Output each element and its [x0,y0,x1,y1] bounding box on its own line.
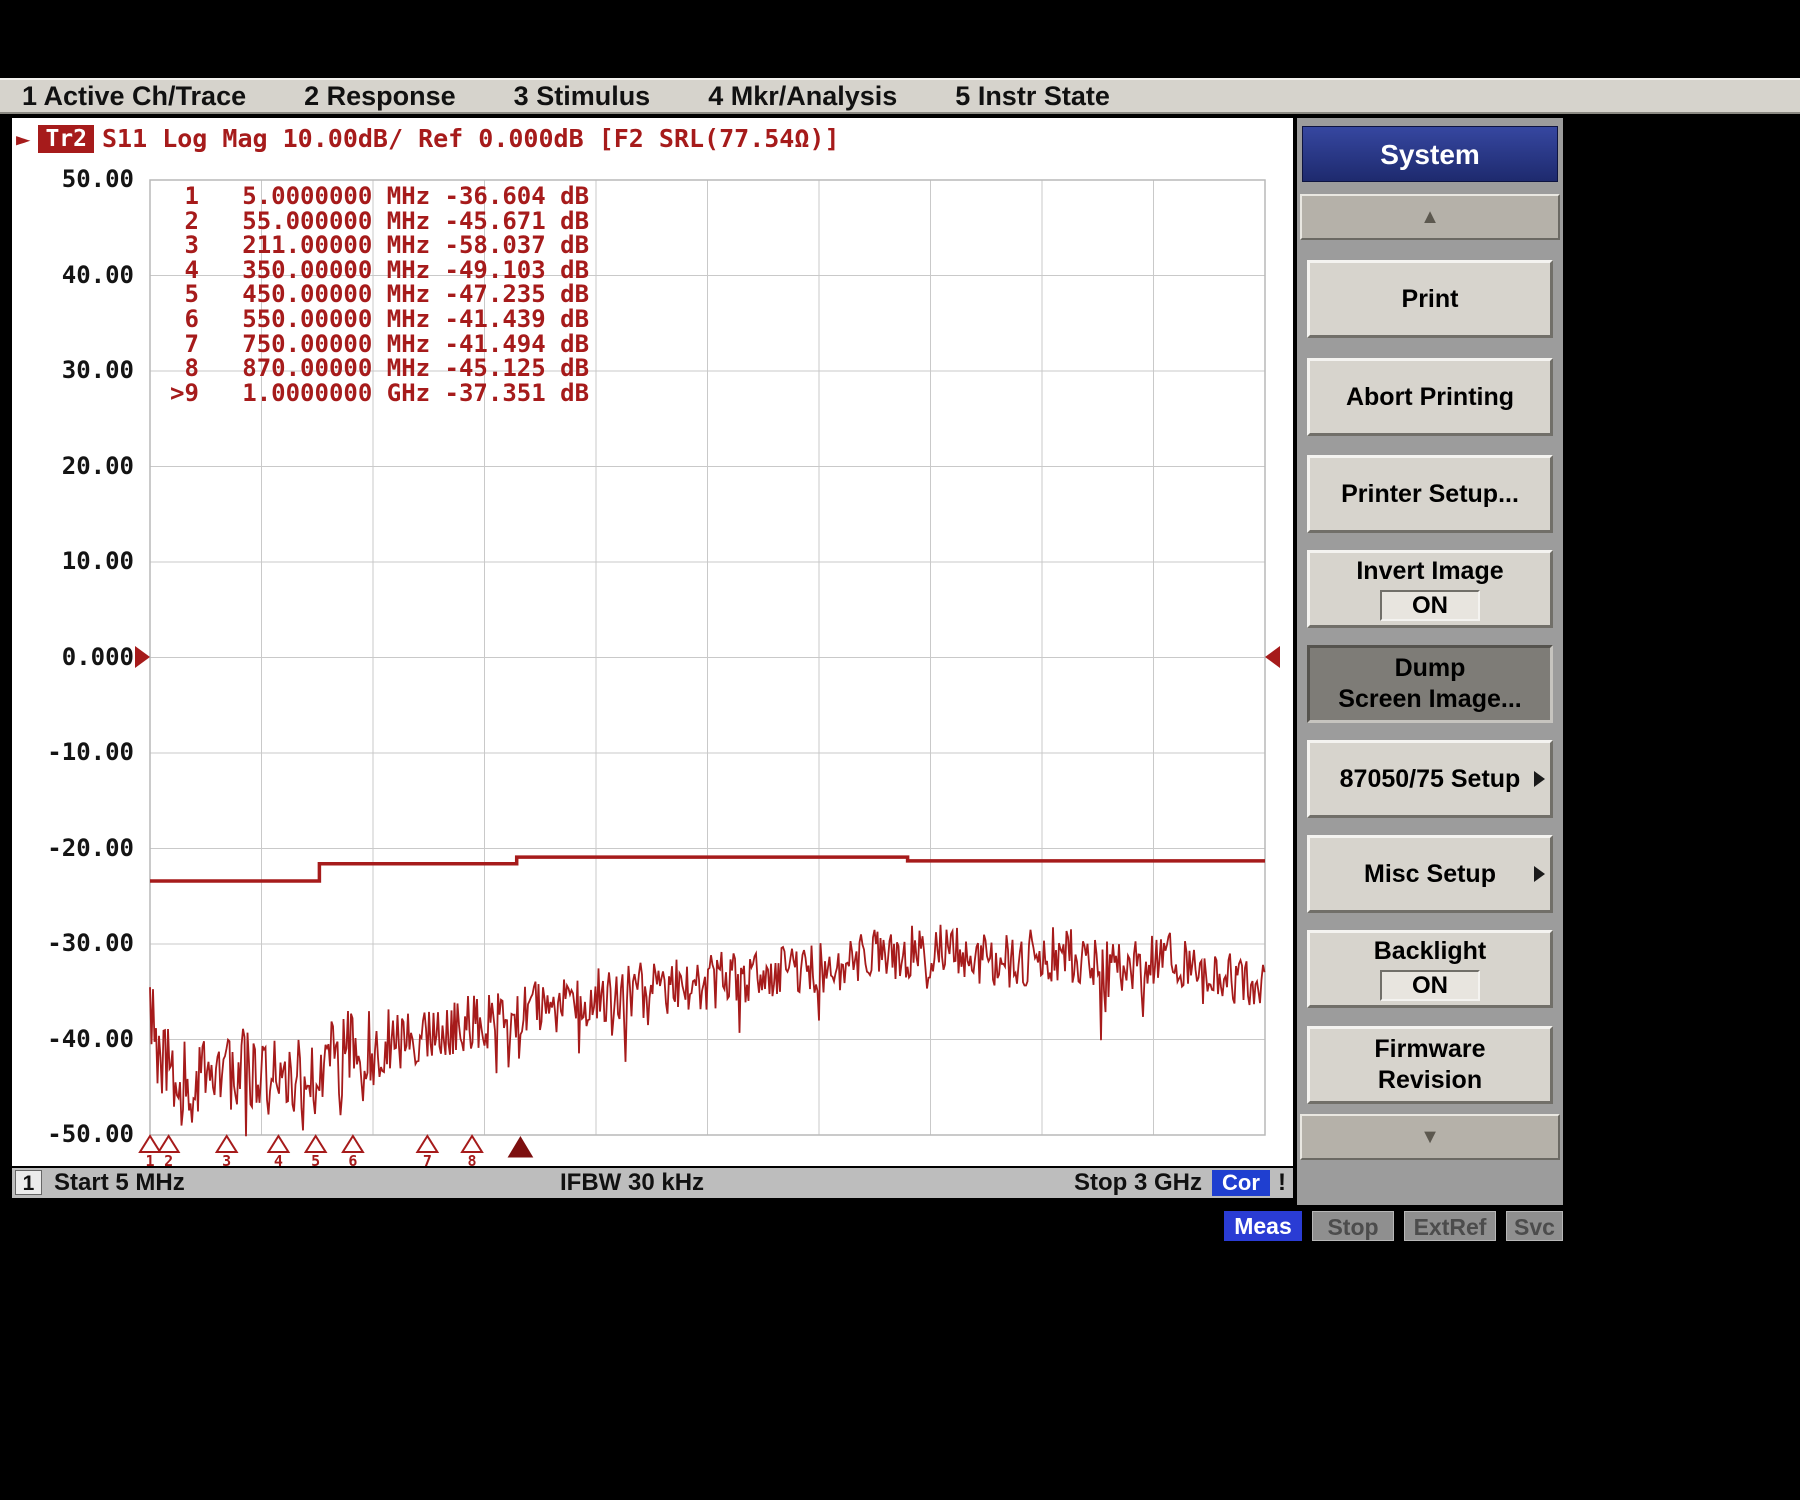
marker-number: 6 [348,1152,357,1166]
marker-readout-row: 8 870.00000 MHz -45.125 dB [170,356,589,381]
softkey-label: Print [1402,285,1459,314]
y-axis-label: 40.00 [30,261,134,289]
menu-scroll-down-button[interactable]: ▼ [1300,1114,1560,1160]
softkey-label: Screen Image... [1338,685,1521,714]
print-button[interactable]: Print [1307,260,1553,338]
misc-setup-button[interactable]: Misc Setup [1307,835,1553,913]
marker-symbol [306,1136,326,1152]
status-bar: 1 Start 5 MHz IFBW 30 kHz Stop 3 GHz Cor… [12,1168,1293,1198]
y-axis-label: -40.00 [30,1025,134,1053]
y-axis-label: -10.00 [30,738,134,766]
ref-level-marker-left-icon [135,646,150,668]
analyzer-ui: 1 Active Ch/Trace 2 Response 3 Stimulus 4 M… [0,0,1800,1500]
marker-symbol [140,1136,160,1152]
analyzer-display: 12 3 4 5 6 7 8 ► Tr2 S11 Log Mag 10.00dB/ Ref … [12,118,1293,1166]
system-menu-title[interactable]: System [1302,126,1558,182]
marker-number: 1 [145,1152,154,1166]
active-marker-symbol [508,1137,532,1157]
marker-readout-row: 3 211.00000 MHz -58.037 dB [170,233,589,258]
softkey-label: Dump [1395,654,1466,683]
firmware-revision-button[interactable]: FirmwareRevision [1307,1026,1553,1104]
marker-symbol [417,1136,437,1152]
invert-image-button[interactable]: Invert Image ON [1307,550,1553,628]
toggle-state: ON [1380,970,1480,1001]
stop-frequency-label: Stop 3 GHz [1074,1168,1202,1198]
abort-printing-button[interactable]: Abort Printing [1307,358,1553,436]
marker-number: 3 [222,1152,231,1166]
marker-symbol [217,1136,237,1152]
softkey-label: Misc Setup [1364,860,1496,889]
printer-setup-button[interactable]: Printer Setup... [1307,455,1553,533]
marker-symbol [268,1136,288,1152]
marker-readout-row: 2 55.000000 MHz -45.671 dB [170,209,589,234]
softkey-label: Abort Printing [1346,383,1514,412]
trace-format-text: S11 Log Mag 10.00dB/ Ref 0.000dB [F2 SRL… [102,124,840,153]
softkey-label: Revision [1378,1066,1482,1095]
backlight-button[interactable]: Backlight ON [1307,930,1553,1008]
active-trace-arrow-icon: ► [16,125,30,153]
marker-symbol [462,1136,482,1152]
ref-level-marker-right-icon [1265,646,1280,668]
marker-readout-table: 1 5.0000000 MHz -36.604 dB 2 55.000000 M… [170,184,589,405]
menubar-item-1[interactable]: 1 Active Ch/Trace [22,81,246,112]
menu-bar: 1 Active Ch/Trace 2 Response 3 Stimulus 4 M… [0,78,1800,114]
softkey-label: Printer Setup... [1341,480,1519,509]
trace-label-badge: Tr2 [38,125,94,153]
y-axis-label: -50.00 [30,1120,134,1148]
marker-number: 7 [423,1152,432,1166]
marker-readout-row: 5 450.00000 MHz -47.235 dB [170,282,589,307]
marker-readout-row: >9 1.0000000 GHz -37.351 dB [170,381,589,406]
marker-readout-row: 4 350.00000 MHz -49.103 dB [170,258,589,283]
y-axis-label: -20.00 [30,834,134,862]
up-arrow-icon: ▲ [1420,206,1440,228]
svc-status-indicator: Svc [1506,1211,1563,1241]
stop-status-indicator: Stop [1312,1211,1394,1241]
menubar-item-2[interactable]: 2 Response [304,81,456,112]
down-arrow-icon: ▼ [1420,1126,1440,1148]
87050-75-setup-button[interactable]: 87050/75 Setup [1307,740,1553,818]
y-axis-label: -30.00 [30,929,134,957]
softkey-panel: System ▲ Print Abort Printing Printer Setu… [1297,118,1563,1205]
channel-number-box: 1 [15,1170,42,1195]
softkey-label: Firmware [1374,1035,1485,1064]
marker-number: 4 [274,1152,283,1166]
menu-scroll-up-button[interactable]: ▲ [1300,194,1560,240]
marker-readout-row: 1 5.0000000 MHz -36.604 dB [170,184,589,209]
softkey-label: Backlight [1374,937,1487,966]
ifbw-label: IFBW 30 kHz [560,1168,704,1198]
y-axis-label: 10.00 [30,547,134,575]
marker-number: 8 [468,1152,477,1166]
menubar-item-3[interactable]: 3 Stimulus [514,81,651,112]
marker-number: 2 [164,1152,173,1166]
marker-readout-row: 7 750.00000 MHz -41.494 dB [170,332,589,357]
meas-status-indicator: Meas [1224,1211,1302,1241]
menubar-item-4[interactable]: 4 Mkr/Analysis [708,81,897,112]
marker-symbol [159,1136,179,1152]
correction-status-badge: Cor [1212,1170,1270,1196]
marker-number: 5 [311,1152,320,1166]
start-frequency-label: Start 5 MHz [54,1168,185,1198]
submenu-arrow-icon [1534,771,1545,787]
trace-header: ► Tr2 S11 Log Mag 10.00dB/ Ref 0.000dB [… [16,124,840,153]
caution-indicator: ! [1278,1168,1286,1198]
extref-status-indicator: ExtRef [1404,1211,1496,1241]
y-axis-label: 50.00 [30,165,134,193]
menubar-item-5[interactable]: 5 Instr State [955,81,1110,112]
softkey-label: 87050/75 Setup [1340,765,1521,794]
marker-symbol [343,1136,363,1152]
y-axis-label: 30.00 [30,356,134,384]
dump-screen-image-button[interactable]: DumpScreen Image... [1307,645,1553,723]
y-axis-label: 20.00 [30,452,134,480]
softkey-label: Invert Image [1356,557,1503,586]
y-axis-label: 0.000 [30,643,134,671]
submenu-arrow-icon [1534,866,1545,882]
marker-readout-row: 6 550.00000 MHz -41.439 dB [170,307,589,332]
toggle-state: ON [1380,590,1480,621]
